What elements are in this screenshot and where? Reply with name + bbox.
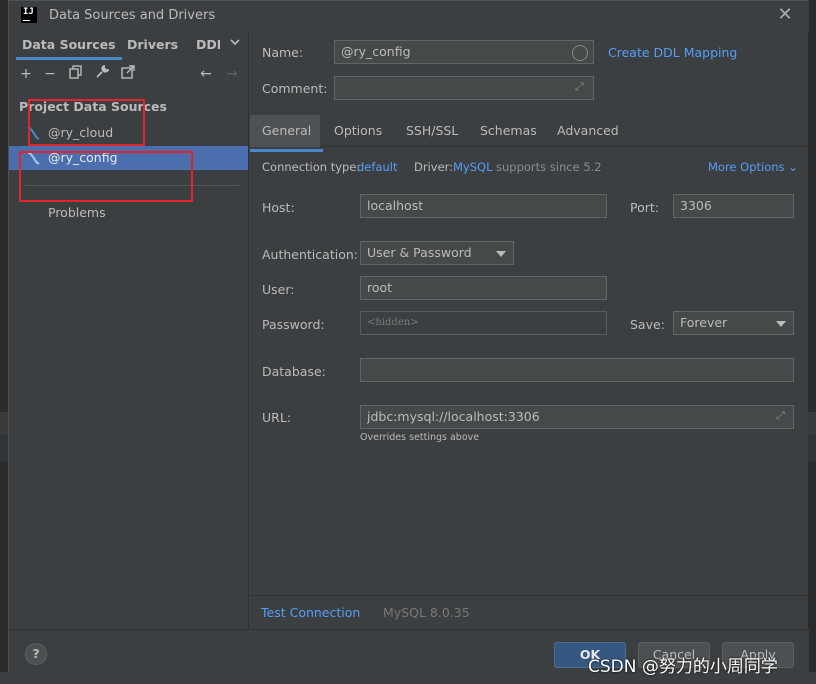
password-label: Password: <box>262 317 325 332</box>
color-circle-icon[interactable] <box>572 45 588 61</box>
expand-icon[interactable]: ⤢ <box>776 409 785 423</box>
host-field[interactable]: localhost <box>360 194 607 218</box>
navigate-icon[interactable] <box>119 65 137 83</box>
dialog-titlebar: IJ Data Sources and Drivers ✕ <box>9 1 809 31</box>
expand-icon[interactable]: ⤢ <box>575 80 584 94</box>
tab-ssh-ssl[interactable]: SSH/SSL <box>406 123 458 138</box>
divider <box>250 595 808 596</box>
dropdown-arrow-icon <box>496 251 506 257</box>
name-label: Name: <box>262 45 304 60</box>
comment-label: Comment: <box>262 81 328 96</box>
left-panel: Data Sources Drivers DDL + − ← → Project… <box>9 31 249 629</box>
authentication-label: Authentication: <box>262 247 358 262</box>
left-toolbar: + − ← → <box>9 61 249 87</box>
user-label: User: <box>262 282 295 297</box>
remove-icon[interactable]: − <box>41 65 59 83</box>
driver-link[interactable]: MySQL <box>453 160 493 174</box>
user-field[interactable]: root <box>360 276 607 300</box>
add-icon[interactable]: + <box>17 65 35 83</box>
more-options-label: More Options <box>708 160 785 174</box>
left-tabs: Data Sources Drivers DDL <box>9 31 249 60</box>
test-connection-link[interactable]: Test Connection <box>261 605 360 620</box>
right-panel: Name: @ry_config Create DDL Mapping Comm… <box>249 31 808 629</box>
tab-general[interactable]: General <box>249 123 324 152</box>
port-label: Port: <box>630 200 659 215</box>
driver-label: Driver: <box>414 160 454 174</box>
duplicate-icon[interactable] <box>67 65 85 83</box>
comment-field[interactable] <box>334 76 594 100</box>
save-label: Save: <box>630 317 665 332</box>
connection-type-value[interactable]: default <box>357 160 397 174</box>
create-ddl-mapping-link[interactable]: Create DDL Mapping <box>608 45 737 60</box>
chevron-down-icon: ⌄ <box>788 160 798 174</box>
url-label: URL: <box>262 410 292 425</box>
dropdown-arrow-icon <box>776 321 786 327</box>
authentication-value: User & Password <box>367 245 472 260</box>
url-hint: Overrides settings above <box>360 432 480 443</box>
server-version-text: MySQL 8.0.35 <box>383 605 470 620</box>
wrench-icon[interactable] <box>93 64 111 83</box>
tab-ddl[interactable]: DDL <box>196 37 220 52</box>
tab-data-sources[interactable]: Data Sources <box>16 37 122 60</box>
database-field[interactable] <box>360 358 794 382</box>
settings-tabs: General Options SSH/SSL Schemas Advanced <box>249 115 808 152</box>
save-value: Forever <box>680 315 728 330</box>
back-arrow-icon[interactable]: ← <box>197 65 215 83</box>
tab-options[interactable]: Options <box>334 123 382 138</box>
data-sources-dialog: IJ Data Sources and Drivers ✕ Data Sourc… <box>8 0 809 673</box>
url-field[interactable]: jdbc:mysql://localhost:3306 <box>360 405 794 429</box>
database-label: Database: <box>262 364 326 379</box>
more-options-link[interactable]: More Options ⌄ <box>708 160 798 174</box>
help-button[interactable]: ? <box>25 643 47 665</box>
save-select[interactable]: Forever <box>673 311 794 335</box>
password-field[interactable]: <hidden> <box>360 311 607 335</box>
problems-item[interactable]: Problems <box>48 205 106 220</box>
host-label: Host: <box>262 200 295 215</box>
tab-schemas[interactable]: Schemas <box>480 123 537 138</box>
annotation-box <box>19 151 193 202</box>
chevron-down-icon[interactable] <box>229 36 241 51</box>
forward-arrow-icon: → <box>226 66 238 82</box>
dialog-title: Data Sources and Drivers <box>49 8 216 23</box>
close-icon[interactable]: ✕ <box>775 5 795 25</box>
intellij-logo-icon: IJ <box>21 7 37 23</box>
port-field[interactable]: 3306 <box>673 194 794 218</box>
authentication-select[interactable]: User & Password <box>360 241 514 265</box>
tab-advanced[interactable]: Advanced <box>557 123 619 138</box>
csdn-watermark: CSDN @努力的小周同学 <box>588 657 778 677</box>
tab-drivers[interactable]: Drivers <box>127 37 178 52</box>
driver-version-note: supports since 5.2 <box>496 160 602 174</box>
annotation-box <box>28 99 145 146</box>
connection-type-label: Connection type: <box>262 160 361 174</box>
name-field[interactable]: @ry_config <box>334 40 594 64</box>
